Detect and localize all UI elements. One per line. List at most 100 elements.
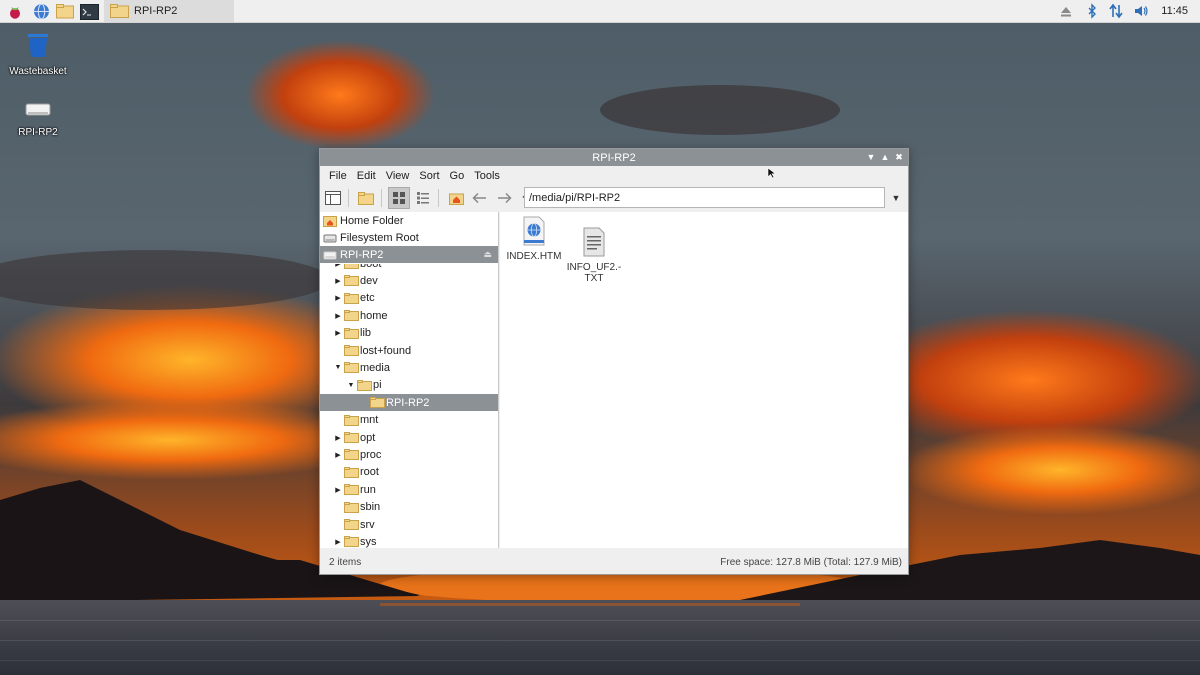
- folder-icon: [344, 519, 359, 530]
- menu-go[interactable]: Go: [445, 170, 470, 182]
- folder-icon: [370, 397, 385, 409]
- menu-edit[interactable]: Edit: [352, 170, 381, 182]
- tree-item-pi[interactable]: ▼ pi: [320, 377, 498, 394]
- folder-icon: [344, 414, 359, 426]
- sidebar-item-label: Home Folder: [340, 214, 404, 227]
- icon-view-button[interactable]: [388, 187, 410, 209]
- tree-item-lib[interactable]: ▶ lib: [320, 325, 498, 342]
- path-history-dropdown[interactable]: ▼: [888, 187, 904, 208]
- chevron-down-icon: ▼: [891, 192, 901, 203]
- tree-item-rpi-rp2[interactable]: RPI-RP2: [320, 394, 498, 412]
- forward-arrow-icon: [498, 192, 512, 204]
- back-button[interactable]: [469, 187, 491, 209]
- free-space: Free space: 127.8 MiB (Total: 127.9 MiB): [720, 557, 902, 568]
- tree-item-label: RPI-RP2: [386, 396, 430, 409]
- bluetooth-icon[interactable]: [1084, 3, 1100, 19]
- collapsed-arrow-icon[interactable]: ▶: [334, 264, 342, 268]
- tree-item-root[interactable]: root: [320, 464, 498, 481]
- tree-item-label: root: [360, 466, 379, 479]
- collapsed-arrow-icon[interactable]: ▶: [334, 451, 342, 459]
- file-item-index-htm[interactable]: INDEX.HTM: [504, 216, 564, 262]
- tree-item-media[interactable]: ▼ media: [320, 359, 498, 376]
- menubar: File Edit View Sort Go Tools: [320, 166, 908, 185]
- tree-item-proc[interactable]: ▶ proc: [320, 446, 498, 463]
- desktop-icon-label: RPI-RP2: [18, 127, 58, 138]
- file-item-info-uf2-txt[interactable]: INFO_UF2.- TXT: [564, 216, 624, 295]
- window-titlebar[interactable]: RPI-RP2 ▼ ▲ ✖: [320, 149, 908, 166]
- folder-icon: [344, 536, 359, 548]
- collapsed-arrow-icon[interactable]: ▶: [334, 312, 342, 320]
- expanded-arrow-icon[interactable]: ▼: [334, 364, 342, 371]
- menu-file[interactable]: File: [324, 170, 352, 182]
- sidebar-item-filesystem-root[interactable]: Filesystem Root: [320, 229, 498, 246]
- desktop-icon-wastebasket[interactable]: Wastebasket: [3, 31, 73, 77]
- tree-item-run[interactable]: ▶ run: [320, 481, 498, 498]
- collapsed-arrow-icon[interactable]: ▶: [334, 294, 342, 302]
- forward-button[interactable]: [493, 187, 515, 209]
- folder-icon: [344, 484, 359, 496]
- folder-icon: [357, 379, 372, 391]
- path-text: /media/pi/RPI-RP2: [529, 191, 621, 204]
- tree-item-sbin[interactable]: sbin: [320, 499, 498, 516]
- tree-item-boot[interactable]: ▶ boot: [320, 264, 498, 272]
- path-bar[interactable]: /media/pi/RPI-RP2: [524, 187, 885, 208]
- terminal-icon[interactable]: [80, 2, 99, 21]
- tree-item-label: pi: [373, 379, 382, 392]
- tree-item-lost-found[interactable]: lost+found: [320, 342, 498, 359]
- file-manager-icon[interactable]: [56, 2, 75, 21]
- tree-item-mnt[interactable]: mnt: [320, 412, 498, 429]
- folder-icon: [344, 310, 359, 322]
- collapsed-arrow-icon[interactable]: ▶: [334, 538, 342, 546]
- tree-item-label: sys: [360, 535, 377, 548]
- folder-icon: [344, 327, 359, 339]
- file-name: INDEX.HTM: [506, 251, 562, 262]
- minimize-button[interactable]: ▼: [865, 150, 877, 164]
- folder-icon: [344, 501, 359, 513]
- collapsed-arrow-icon[interactable]: ▶: [334, 277, 342, 285]
- expanded-arrow-icon[interactable]: ▼: [347, 382, 355, 389]
- web-browser-icon[interactable]: [32, 2, 51, 21]
- html-file-icon: [523, 216, 545, 246]
- directory-tree: ▶ boot ▶ dev ▶ etc ▶ home ▶ lib lost+found ▼ media ▼ p…: [320, 264, 498, 548]
- tree-item-label: boot: [360, 264, 381, 270]
- eject-icon[interactable]: ⏏: [483, 249, 492, 260]
- network-icon[interactable]: [1108, 3, 1124, 19]
- desktop-icon-rpi-rp2[interactable]: RPI-RP2: [3, 100, 73, 138]
- tree-item-label: mnt: [360, 414, 379, 427]
- collapsed-arrow-icon[interactable]: ▶: [334, 486, 342, 494]
- sidebar-item-home-folder[interactable]: Home Folder: [320, 212, 498, 229]
- sidebar-item-rpi-rp2[interactable]: RPI-RP2 ⏏: [320, 246, 498, 263]
- tree-item-srv[interactable]: srv: [320, 516, 498, 533]
- sidebar: Home Folder Filesystem Root RPI-RP2 ⏏ ▶ b…: [320, 212, 499, 548]
- tree-item-opt[interactable]: ▶ opt: [320, 429, 498, 446]
- toggle-sidebar-button[interactable]: [322, 187, 344, 209]
- folder-icon: [344, 345, 359, 356]
- back-arrow-icon: [472, 192, 486, 204]
- home-button[interactable]: [445, 187, 467, 209]
- tree-item-etc[interactable]: ▶ etc: [320, 290, 498, 307]
- close-button[interactable]: ✖: [893, 150, 905, 164]
- folder-icon: [344, 275, 359, 287]
- maximize-button[interactable]: ▲: [879, 150, 891, 164]
- collapsed-arrow-icon[interactable]: ▶: [334, 329, 342, 337]
- menu-tools[interactable]: Tools: [469, 170, 505, 182]
- toolbar: /media/pi/RPI-RP2 ▼: [320, 185, 908, 211]
- volume-icon[interactable]: [1133, 3, 1149, 19]
- tree-item-home[interactable]: ▶ home: [320, 307, 498, 324]
- folder-icon: [344, 292, 359, 304]
- menu-view[interactable]: View: [381, 170, 415, 182]
- tree-item-label: run: [360, 483, 376, 496]
- collapsed-arrow-icon[interactable]: ▶: [334, 434, 342, 442]
- tree-item-sys[interactable]: ▶ sys: [320, 533, 498, 548]
- taskbar-task-file-manager[interactable]: RPI-RP2: [104, 0, 234, 22]
- file-manager-window: RPI-RP2 ▼ ▲ ✖ File Edit View Sort Go Too…: [319, 148, 909, 575]
- raspberry-menu-icon[interactable]: [5, 2, 24, 21]
- clock[interactable]: 11:45: [1161, 5, 1188, 17]
- menu-sort[interactable]: Sort: [414, 170, 444, 182]
- tree-item-dev[interactable]: ▶ dev: [320, 272, 498, 289]
- eject-icon[interactable]: [1058, 3, 1074, 19]
- list-view-button[interactable]: [412, 187, 434, 209]
- window-title: RPI-RP2: [592, 151, 636, 164]
- toolbar-separator: [438, 189, 439, 207]
- new-folder-button[interactable]: [355, 187, 377, 209]
